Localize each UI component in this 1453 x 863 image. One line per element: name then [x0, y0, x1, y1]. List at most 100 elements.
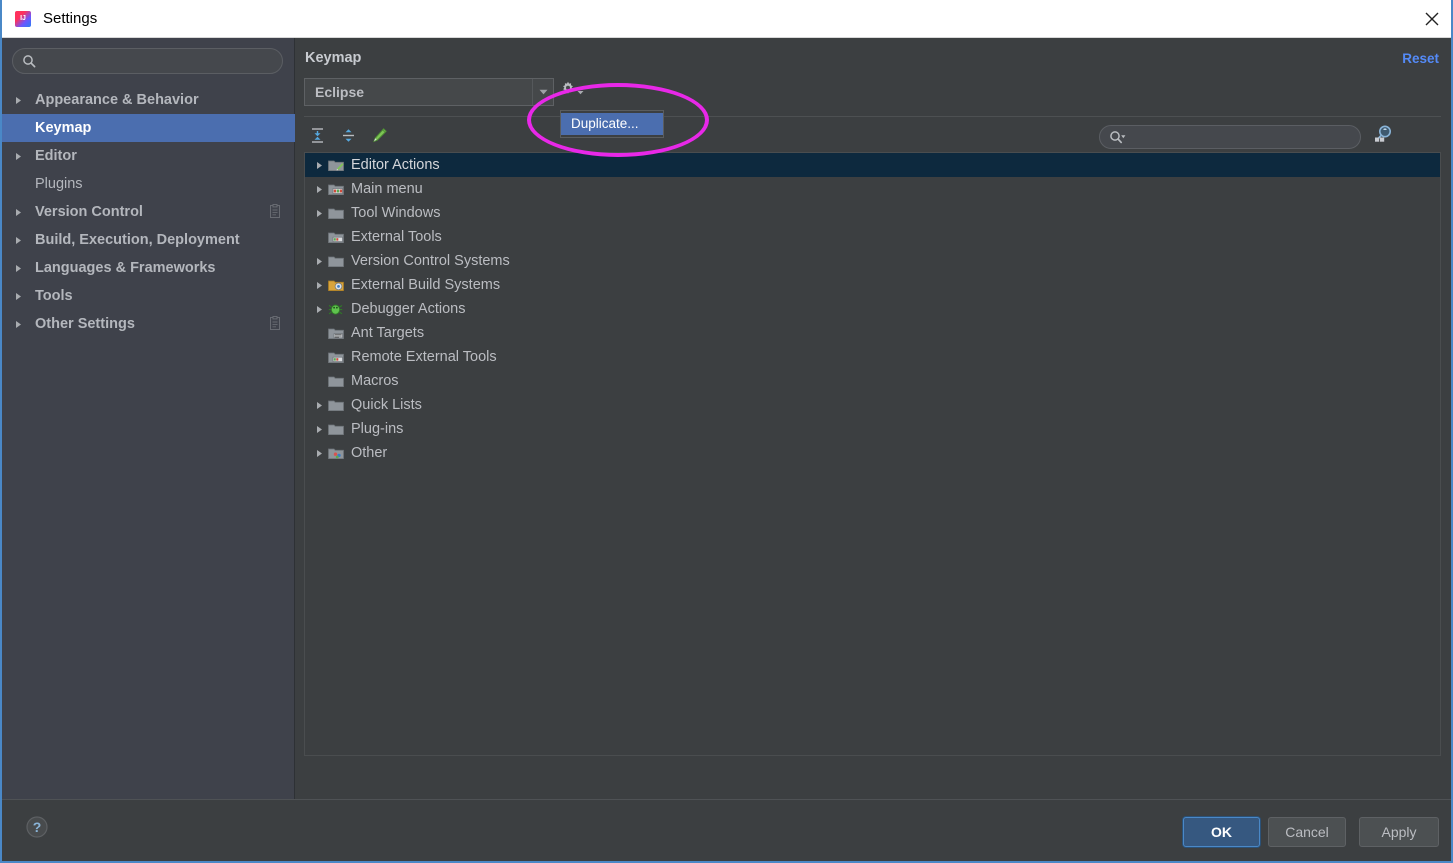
toolbar-divider: [304, 116, 1441, 117]
tree-row[interactable]: Remote External Tools: [305, 345, 1440, 369]
sidebar-item-label: Other Settings: [35, 316, 135, 332]
reset-link[interactable]: Reset: [1402, 51, 1439, 66]
chevron-right-icon[interactable]: [311, 257, 327, 266]
settings-dialog: Settings: [0, 0, 1453, 863]
ant-targets-icon: [327, 326, 344, 341]
chevron-right-icon[interactable]: [14, 292, 28, 301]
search-icon: [22, 54, 36, 68]
folder-icon: [327, 206, 344, 221]
project-scope-icon: [268, 316, 282, 331]
chevron-right-icon[interactable]: [311, 161, 327, 170]
tree-row-label: Ant Targets: [351, 325, 425, 341]
tree-row-label: Macros: [351, 373, 399, 389]
search-dropdown-icon[interactable]: [1109, 130, 1127, 144]
sidebar-item-languages-frameworks[interactable]: Languages & Frameworks: [2, 254, 295, 282]
apply-button[interactable]: Apply: [1359, 817, 1439, 847]
chevron-right-icon[interactable]: [311, 209, 327, 218]
sidebar-nav-list: Appearance & Behavior Keymap Editor Plug…: [2, 86, 295, 338]
chevron-right-icon[interactable]: [311, 449, 327, 458]
keymap-settings-gear-button[interactable]: [560, 81, 586, 101]
collapse-all-icon: [340, 127, 357, 149]
tree-row-label: Remote External Tools: [351, 349, 497, 365]
sidebar-item-appearance-behavior[interactable]: Appearance & Behavior: [2, 86, 295, 114]
sidebar-item-build-execution-deployment[interactable]: Build, Execution, Deployment: [2, 226, 295, 254]
window-title: Settings: [43, 10, 98, 27]
find-by-shortcut-icon: [1372, 123, 1394, 150]
expand-all-button[interactable]: [306, 127, 328, 149]
pencil-icon: [371, 127, 388, 149]
sidebar-item-label: Keymap: [35, 120, 92, 136]
cancel-button[interactable]: Cancel: [1268, 817, 1346, 847]
debugger-bug-icon: [327, 302, 344, 317]
chevron-right-icon[interactable]: [14, 264, 28, 273]
collapse-all-button[interactable]: [337, 127, 359, 149]
tree-row[interactable]: External Build Systems: [305, 273, 1440, 297]
chevron-right-icon[interactable]: [311, 401, 327, 410]
sidebar-item-version-control[interactable]: Version Control: [2, 198, 295, 226]
chevron-down-icon: [577, 82, 584, 100]
tree-row-label: Version Control Systems: [351, 253, 510, 269]
dialog-content: Appearance & Behavior Keymap Editor Plug…: [2, 38, 1451, 799]
folder-icon: [327, 254, 344, 269]
chevron-down-icon[interactable]: [532, 79, 553, 105]
sidebar-item-keymap[interactable]: Keymap: [2, 114, 295, 142]
sidebar-item-tools[interactable]: Tools: [2, 282, 295, 310]
chevron-right-icon[interactable]: [14, 208, 28, 217]
tree-row[interactable]: Other: [305, 441, 1440, 465]
project-scope-icon: [268, 204, 282, 219]
help-button[interactable]: ?: [24, 816, 49, 842]
chevron-right-icon[interactable]: [311, 281, 327, 290]
chevron-right-icon[interactable]: [14, 152, 28, 161]
tree-row[interactable]: Quick Lists: [305, 393, 1440, 417]
folder-icon: [327, 374, 344, 389]
tree-row[interactable]: Macros: [305, 369, 1440, 393]
menu-item-duplicate[interactable]: Duplicate...: [561, 113, 663, 135]
find-by-shortcut-button[interactable]: [1371, 124, 1395, 148]
title-bar: Settings: [2, 0, 1451, 38]
keymap-combobox[interactable]: Eclipse: [304, 78, 554, 106]
folder-icon: [327, 398, 344, 413]
page-title: Keymap: [305, 50, 362, 66]
tree-row[interactable]: Plug-ins: [305, 417, 1440, 441]
close-icon[interactable]: [1409, 0, 1451, 37]
sidebar-item-label: Languages & Frameworks: [35, 260, 216, 276]
tree-row-label: External Tools: [351, 229, 442, 245]
chevron-right-icon[interactable]: [14, 96, 28, 105]
tree-row[interactable]: Version Control Systems: [305, 249, 1440, 273]
tree-row-label: Quick Lists: [351, 397, 422, 413]
remote-external-tools-icon: [327, 350, 344, 365]
tree-row[interactable]: External Tools: [305, 225, 1440, 249]
sidebar-item-other-settings[interactable]: Other Settings: [2, 310, 295, 338]
sidebar-item-label: Version Control: [35, 204, 143, 220]
keymap-panel: Keymap Reset Eclipse Duplicate... Editor…: [296, 38, 1451, 799]
sidebar-item-label: Plugins: [35, 176, 83, 192]
sidebar-item-label: Build, Execution, Deployment: [35, 232, 240, 248]
tree-row[interactable]: Main menu: [305, 177, 1440, 201]
ok-button[interactable]: OK: [1183, 817, 1260, 847]
sidebar-item-editor[interactable]: Editor: [2, 142, 295, 170]
search-input[interactable]: [36, 53, 282, 69]
chevron-right-icon[interactable]: [311, 185, 327, 194]
tree-row[interactable]: Editor Actions: [305, 153, 1440, 177]
keymap-gear-dropdown-menu: Duplicate...: [560, 110, 664, 138]
chevron-right-icon[interactable]: [14, 320, 28, 329]
editor-actions-icon: [327, 158, 344, 173]
folder-icon: [327, 422, 344, 437]
keymap-search-input[interactable]: [1127, 129, 1360, 145]
sidebar-item-label: Tools: [35, 288, 73, 304]
tree-row[interactable]: Ant Targets: [305, 321, 1440, 345]
tree-row-label: Plug-ins: [351, 421, 404, 437]
edit-shortcut-button[interactable]: [368, 127, 390, 149]
keymap-tree[interactable]: Editor Actions Main menu Tool Windows Ex…: [304, 152, 1441, 756]
svg-text:?: ?: [32, 819, 41, 835]
intellij-idea-icon: [15, 10, 31, 27]
tree-row-label: Debugger Actions: [351, 301, 466, 317]
sidebar-search-field[interactable]: [12, 48, 283, 74]
chevron-right-icon[interactable]: [14, 236, 28, 245]
keymap-search-field[interactable]: [1099, 125, 1361, 149]
sidebar-item-plugins[interactable]: Plugins: [2, 170, 295, 198]
chevron-right-icon[interactable]: [311, 305, 327, 314]
chevron-right-icon[interactable]: [311, 425, 327, 434]
tree-row[interactable]: Debugger Actions: [305, 297, 1440, 321]
tree-row[interactable]: Tool Windows: [305, 201, 1440, 225]
